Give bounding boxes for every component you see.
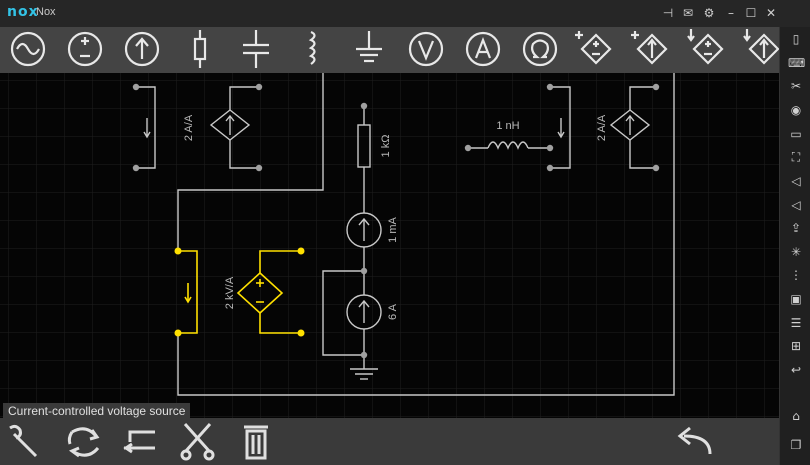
voltmeter-tool[interactable]	[408, 31, 444, 67]
wrench-icon[interactable]	[9, 424, 38, 458]
label-resistor: 1 kΩ	[380, 135, 392, 158]
keyboard-icon[interactable]: ⌨	[788, 55, 805, 71]
ccvs-tool[interactable]	[687, 29, 724, 65]
grid	[0, 73, 779, 418]
maximize-icon[interactable]: ☐	[742, 4, 760, 22]
vcvs-tool[interactable]	[575, 31, 612, 65]
flip-icon[interactable]	[123, 430, 155, 454]
current-source-tool[interactable]	[124, 31, 160, 67]
window-title: Nox	[36, 6, 56, 18]
undo-icon[interactable]	[677, 426, 712, 455]
home-icon[interactable]: ⌂	[788, 408, 804, 424]
component-toolbar	[0, 27, 779, 73]
component-tooltip: Current-controlled voltage source	[3, 403, 191, 420]
rotate-icon[interactable]	[67, 427, 100, 458]
multi-instance-icon[interactable]: ☰	[788, 315, 804, 331]
emulator-sidebar: ▯ ⌨ ✂ ◉ ▭ ⛶ ◁ ◁ ⇪ ✳ ⋮ ▣ ☰ ⊞ ↩ ⌂ ❐	[779, 27, 810, 465]
cccs-tool[interactable]	[743, 29, 779, 65]
dc-source-tool[interactable]	[67, 31, 103, 67]
gear-icon[interactable]: ⚙	[700, 4, 718, 22]
label-cccs-right: 2 A/A	[596, 114, 608, 141]
label-inductor: 1 nH	[496, 120, 519, 132]
vccs-tool[interactable]	[631, 31, 668, 65]
ac-source-tool[interactable]	[10, 31, 46, 67]
label-current-source-1: 1 mA	[387, 217, 399, 243]
trash-icon[interactable]	[244, 425, 268, 460]
circuit-canvas[interactable]: 2 A/A 1 kΩ 1 mA 6 A 1 nH 2 A/A 2 kV/A	[0, 73, 779, 418]
minimize-icon[interactable]: –	[722, 4, 740, 22]
resistor-tool[interactable]	[193, 30, 207, 68]
label-ccvs: 2 kV/A	[224, 276, 236, 309]
recent-apps-icon[interactable]: ❐	[788, 437, 804, 453]
apk-icon[interactable]: ⇪	[788, 220, 804, 236]
shake-icon[interactable]: ✳	[788, 244, 804, 260]
nox-logo: nox	[7, 4, 39, 20]
label-cccs-left: 2 A/A	[183, 114, 195, 141]
location-icon[interactable]: ◉	[788, 102, 804, 118]
record-icon[interactable]: ▣	[788, 291, 804, 307]
mail-icon[interactable]: ✉	[679, 4, 697, 22]
volume-down-icon[interactable]: ◁	[788, 197, 804, 213]
volume-up-icon[interactable]: ◁	[788, 173, 804, 189]
label-current-source-2: 6 A	[387, 303, 399, 320]
bottom-toolbar	[0, 418, 779, 465]
macro-icon[interactable]: ⋮	[788, 267, 804, 283]
title-bar: nox Nox ⊣ ✉ ⚙ – ☐ ✕	[0, 0, 810, 27]
back-icon[interactable]: ↩	[788, 362, 804, 378]
pin-icon[interactable]: ⊣	[659, 4, 677, 22]
screen-icon[interactable]: ▭	[788, 126, 804, 142]
capacitor-tool[interactable]	[243, 30, 269, 68]
scissors-icon[interactable]: ✂	[788, 78, 804, 94]
inductor-tool[interactable]	[308, 30, 316, 65]
phone-icon[interactable]: ▯	[788, 31, 804, 47]
ground-tool[interactable]	[356, 31, 382, 63]
ammeter-tool[interactable]	[465, 31, 501, 67]
fullscreen-icon[interactable]: ⛶	[788, 149, 804, 165]
close-icon[interactable]: ✕	[762, 4, 780, 22]
ohmmeter-tool[interactable]	[522, 31, 558, 67]
more-icon[interactable]: ⊞	[788, 338, 804, 354]
cut-icon[interactable]	[180, 423, 215, 461]
